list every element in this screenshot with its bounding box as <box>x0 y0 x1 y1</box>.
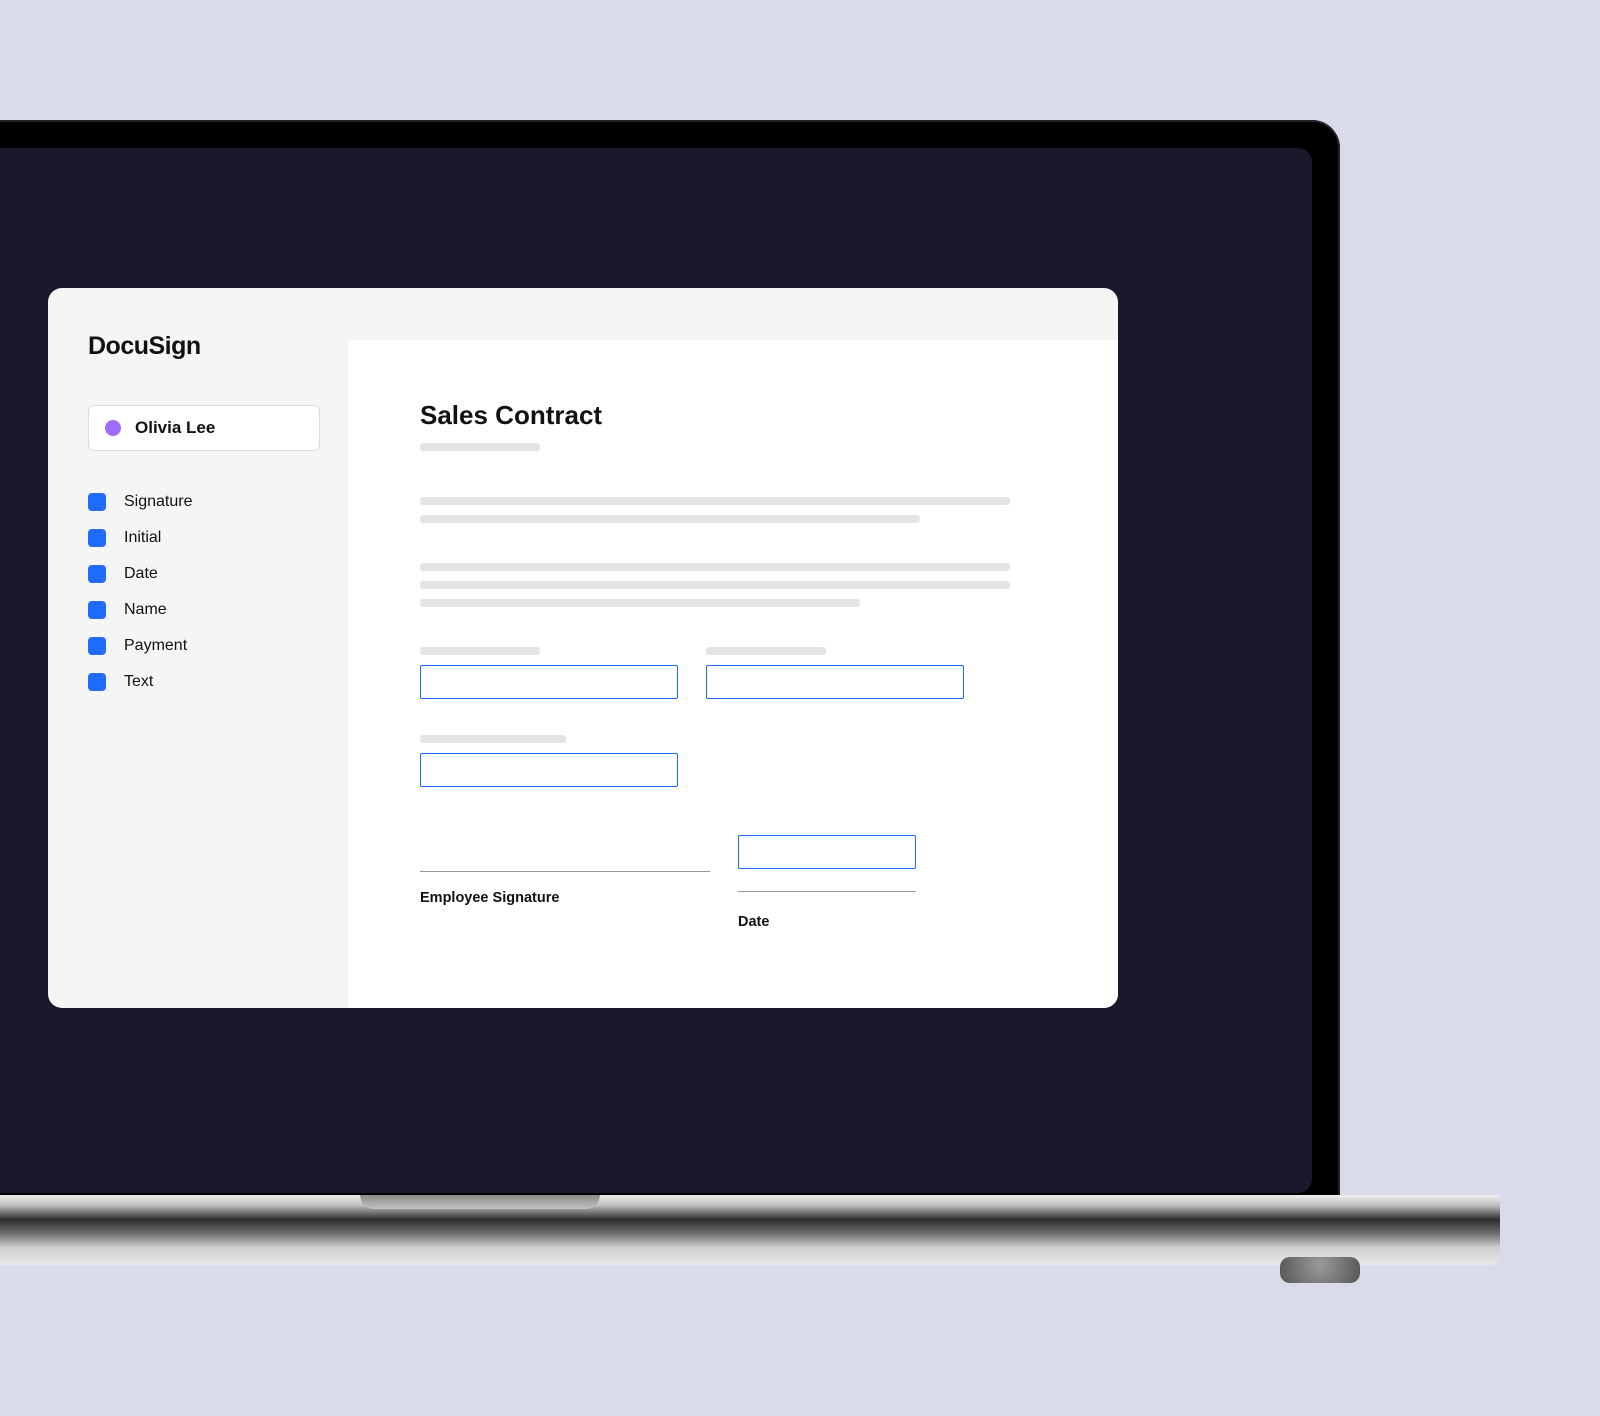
field-label: Payment <box>124 637 187 655</box>
laptop-frame: DocuSign Olivia Lee Signature Initial <box>0 120 1340 1205</box>
laptop-screen: DocuSign Olivia Lee Signature Initial <box>0 148 1312 1193</box>
placeholder-line <box>420 497 1010 505</box>
placeholder-line <box>420 599 860 607</box>
sidebar: DocuSign Olivia Lee Signature Initial <box>48 288 348 1008</box>
app-window: DocuSign Olivia Lee Signature Initial <box>48 288 1118 1008</box>
document-canvas: Sales Contract <box>348 288 1118 1008</box>
field-item-payment[interactable]: Payment <box>88 637 320 655</box>
signature-row: Employee Signature Date <box>420 835 1046 930</box>
signature-line[interactable] <box>420 871 710 872</box>
date-caption: Date <box>738 914 916 930</box>
field-label: Text <box>124 673 153 691</box>
field-swatch-icon <box>88 601 106 619</box>
placeholder-line <box>420 563 1010 571</box>
placeholder-paragraph-1 <box>420 497 1046 523</box>
field-item-initial[interactable]: Initial <box>88 529 320 547</box>
recipient-name: Olivia Lee <box>135 418 215 438</box>
date-field-slot[interactable] <box>738 835 916 869</box>
field-palette: Signature Initial Date Name <box>88 493 320 691</box>
form-field-block <box>420 647 678 699</box>
placeholder-line <box>420 515 920 523</box>
text-field-slot[interactable] <box>706 665 964 699</box>
text-field-slot[interactable] <box>420 753 678 787</box>
field-swatch-icon <box>88 565 106 583</box>
field-label: Initial <box>124 529 161 547</box>
field-label: Date <box>124 565 158 583</box>
field-swatch-icon <box>88 493 106 511</box>
document-title: Sales Contract <box>420 400 1046 431</box>
field-item-date[interactable]: Date <box>88 565 320 583</box>
signature-caption: Employee Signature <box>420 890 710 906</box>
date-block: Date <box>738 835 916 930</box>
placeholder-line <box>420 581 1010 589</box>
field-swatch-icon <box>88 637 106 655</box>
laptop-notch <box>360 1195 600 1209</box>
form-field-row <box>420 735 1046 787</box>
date-line <box>738 891 916 892</box>
placeholder-field-label <box>420 647 540 655</box>
form-field-row <box>420 647 1046 699</box>
form-field-block <box>420 735 678 787</box>
laptop-base <box>0 1195 1500 1265</box>
placeholder-subtitle <box>420 443 540 451</box>
field-swatch-icon <box>88 673 106 691</box>
laptop-foot <box>1280 1257 1360 1283</box>
placeholder-paragraph-2 <box>420 563 1046 607</box>
signature-block: Employee Signature <box>420 835 710 930</box>
field-item-signature[interactable]: Signature <box>88 493 320 511</box>
placeholder-field-label <box>420 735 566 743</box>
placeholder-field-label <box>706 647 826 655</box>
field-item-text[interactable]: Text <box>88 673 320 691</box>
brand-logo: DocuSign <box>88 332 320 361</box>
text-field-slot[interactable] <box>420 665 678 699</box>
recipient-color-dot <box>105 420 121 436</box>
stage: DocuSign Olivia Lee Signature Initial <box>0 0 1600 1416</box>
recipient-selector[interactable]: Olivia Lee <box>88 405 320 451</box>
document-page[interactable]: Sales Contract <box>348 340 1118 1008</box>
field-label: Signature <box>124 493 193 511</box>
form-field-block <box>706 647 964 699</box>
field-item-name[interactable]: Name <box>88 601 320 619</box>
field-label: Name <box>124 601 167 619</box>
field-swatch-icon <box>88 529 106 547</box>
